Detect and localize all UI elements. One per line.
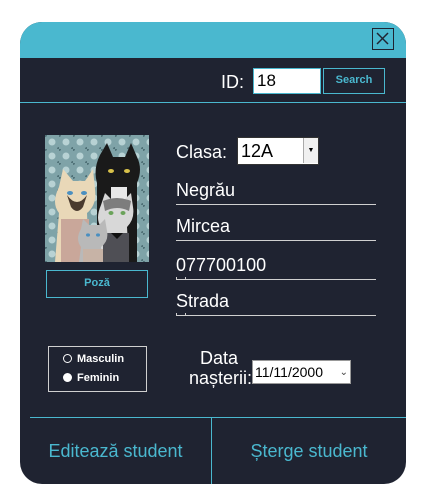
gender-label-masculin: Masculin [77, 353, 125, 365]
gender-label-feminin: Feminin [77, 372, 120, 384]
first-name-field[interactable]: Mircea [176, 216, 376, 241]
radio-checked-icon[interactable] [63, 373, 72, 382]
photo-button[interactable]: Poză [46, 270, 148, 298]
title-bar [20, 22, 406, 58]
birth-label-line2: nașterii: [189, 368, 253, 388]
id-input[interactable]: 18 [253, 68, 321, 94]
search-button[interactable]: Search [323, 68, 385, 94]
dropdown-arrow-icon[interactable]: ▼ [303, 138, 318, 163]
class-select-value: 12A [241, 141, 274, 161]
edit-student-button[interactable]: Editează student [20, 418, 211, 484]
gender-option-masculin[interactable]: Masculin [63, 353, 124, 365]
student-window: ID: 18 Search Poză Clasa: 12A ▼ Negrău M… [20, 22, 406, 484]
street-value: Strada [176, 291, 230, 311]
delete-student-button[interactable]: Șterge student [212, 418, 406, 484]
id-label: ID: [221, 72, 245, 92]
chevron-down-icon[interactable]: ⌄ [340, 364, 348, 381]
phone-value: 077700100 [176, 255, 267, 275]
first-name-value: Mircea [176, 216, 231, 236]
gender-option-feminin[interactable]: Feminin [63, 372, 119, 384]
last-name-value: Negrău [176, 180, 236, 200]
phone-field[interactable]: 077700100 [176, 255, 376, 280]
birth-date-picker[interactable]: 11/11/2000 ⌄ [252, 360, 351, 384]
street-field[interactable]: Strada [176, 291, 376, 316]
gender-group: Masculin Feminin [48, 346, 147, 392]
divider-top [20, 102, 406, 103]
class-select[interactable]: 12A ▼ [237, 137, 319, 165]
birth-date-label: Data nașterii: [189, 348, 253, 388]
close-icon [376, 32, 389, 45]
radio-unchecked-icon[interactable] [63, 354, 72, 363]
class-label: Clasa: [176, 142, 228, 162]
close-button[interactable] [372, 28, 394, 50]
student-photo [45, 135, 149, 262]
birth-date-value: 11/11/2000 [255, 364, 323, 380]
birth-label-line1: Data [199, 348, 239, 368]
last-name-field[interactable]: Negrău [176, 180, 376, 205]
